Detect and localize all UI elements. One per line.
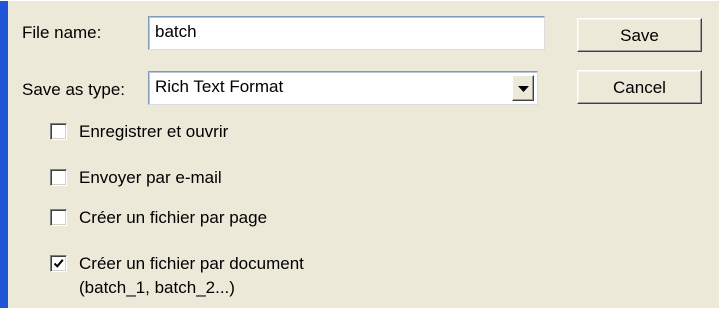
save-as-type-label: Save as type: — [22, 80, 126, 99]
file-name-field[interactable]: batch — [148, 16, 545, 50]
left-accent-bar — [0, 1, 8, 308]
option-label: Créer un fichier par document — [79, 254, 304, 273]
option-sublabel: (batch_1, batch_2...) — [79, 278, 235, 297]
save-button[interactable]: Save — [577, 18, 702, 52]
save-as-type-select[interactable]: Rich Text Format — [148, 71, 538, 105]
file-name-value: batch — [155, 22, 197, 41]
save-dialog: File name: batch Save as type: Rich Text… — [0, 0, 719, 308]
file-name-label: File name: — [22, 23, 102, 42]
save-as-type-dropdown-button[interactable] — [512, 75, 534, 101]
checkbox-envoyer-par-email[interactable] — [50, 169, 67, 186]
checkbox-creer-fichier-par-page[interactable] — [50, 209, 67, 226]
option-label: Créer un fichier par page — [79, 208, 268, 227]
checkbox-enregistrer-et-ouvrir[interactable] — [50, 123, 67, 140]
checkmark-icon — [53, 259, 64, 268]
option-label: Envoyer par e-mail — [79, 168, 222, 187]
checkbox-creer-fichier-par-document[interactable] — [50, 255, 67, 272]
chevron-down-icon — [518, 86, 529, 92]
save-as-type-value: Rich Text Format — [155, 77, 284, 96]
cancel-button[interactable]: Cancel — [577, 70, 702, 104]
option-label: Enregistrer et ouvrir — [79, 122, 229, 141]
